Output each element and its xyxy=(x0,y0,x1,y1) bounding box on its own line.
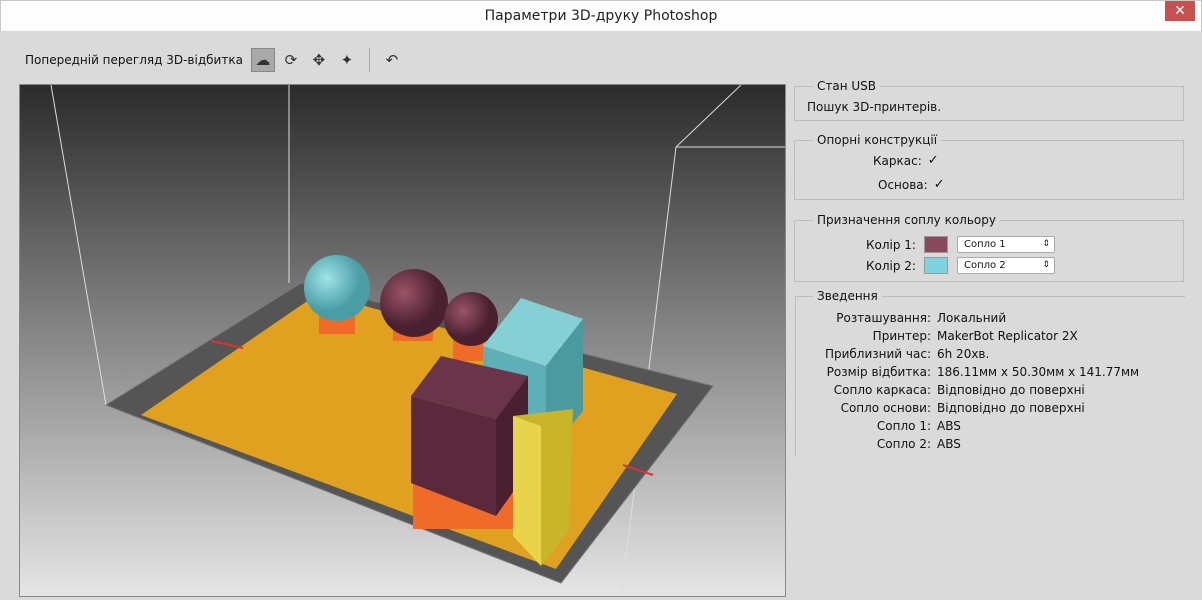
updown-icon: ⇕ xyxy=(1042,239,1050,249)
summary-key: Розмір відбитка: xyxy=(826,365,931,379)
3d-preview-viewport[interactable] xyxy=(19,84,786,597)
color2-swatch[interactable] xyxy=(923,257,948,274)
summary-row: Сопло 1: ABS xyxy=(796,419,1186,433)
supports-group: Опорні конструкції Каркас: ✓ Основа: ✓ xyxy=(794,133,1184,200)
rotate-button[interactable]: ⟳ xyxy=(279,48,303,72)
summary-row: Розмір відбитка: 186.11мм x 50.30мм x 141… xyxy=(796,365,1186,379)
move-icon: ✦ xyxy=(340,51,354,69)
summary-row: Принтер: MakerBot Replicator 2X xyxy=(796,329,1186,343)
color1-nozzle-select[interactable]: Сопло 1 ⇕ xyxy=(956,236,1055,253)
summary-key: Сопло 1: xyxy=(876,419,931,433)
reset-view-icon: ↶ xyxy=(385,51,399,69)
color2-nozzle-select[interactable]: Сопло 2 ⇕ xyxy=(956,257,1055,274)
move-button[interactable]: ✦ xyxy=(335,48,359,72)
pan-icon: ✥ xyxy=(312,51,326,69)
close-button[interactable]: ✕ xyxy=(1165,1,1195,21)
usb-status-text: Пошук 3D-принтерів. xyxy=(807,100,942,114)
summary-value: MakerBot Replicator 2X xyxy=(937,329,1078,343)
summary-group: Зведення Розташування: Локальний Принтер: M… xyxy=(795,289,1186,456)
color1-nozzle-value: Сопло 1 xyxy=(963,239,1006,250)
nozzle-color-title: Призначення соплу кольору xyxy=(813,213,1000,227)
base-checkbox[interactable]: ✓ xyxy=(934,178,948,192)
summary-row: Сопло каркаса: Відповідно до поверхні xyxy=(796,383,1186,397)
summary-row: Приблизний час: 6h 20хв. xyxy=(796,347,1186,361)
color2-label: Колір 2: xyxy=(866,258,916,273)
summary-row: Сопло 2: ABS xyxy=(796,437,1186,451)
usb-status-title: Стан USB xyxy=(813,79,881,93)
cyan-sphere xyxy=(304,255,370,321)
summary-key: Розташування: xyxy=(836,311,931,325)
nozzle-color-group: Призначення соплу кольору Колір 1: Сопло… xyxy=(794,213,1184,282)
color1-swatch[interactable] xyxy=(923,236,948,253)
updown-icon: ⇕ xyxy=(1042,260,1050,270)
summary-key: Сопло 2: xyxy=(876,437,931,451)
rotate-icon: ⟳ xyxy=(284,51,298,69)
summary-key: Принтер: xyxy=(872,329,931,343)
summary-key: Сопло каркаса: xyxy=(833,383,931,397)
3d-scene xyxy=(20,85,785,596)
toolbar-divider xyxy=(368,48,370,72)
summary-value: Локальний xyxy=(937,311,1007,325)
usb-status-group: Стан USB Пошук 3D-принтерів. xyxy=(794,79,1184,121)
summary-value: ABS xyxy=(937,419,961,433)
frame-label: Каркас: xyxy=(873,154,922,168)
pan-button[interactable]: ✥ xyxy=(307,48,331,72)
summary-row: Сопло основи: Відповідно до поверхні xyxy=(796,401,1186,415)
supports-title: Опорні конструкції xyxy=(813,133,942,147)
preview-toolbar: Попередній перегляд 3D-відбитка ☁ ⟳ ✥ ✦ … xyxy=(25,45,404,75)
title-bar: Параметри 3D-друку Photoshop ✕ xyxy=(0,0,1202,31)
summary-key: Сопло основи: xyxy=(840,401,931,415)
color1-label: Колір 1: xyxy=(866,237,916,252)
summary-key: Приблизний час: xyxy=(824,347,931,361)
summary-value: 186.11мм x 50.30мм x 141.77мм xyxy=(937,365,1140,379)
base-label: Основа: xyxy=(878,178,928,192)
close-icon: ✕ xyxy=(1174,3,1186,19)
summary-value: Відповідно до поверхні xyxy=(937,383,1085,397)
window-title: Параметри 3D-друку Photoshop xyxy=(484,8,718,24)
scene-view-icon: ☁ xyxy=(255,51,271,69)
maroon-sphere xyxy=(380,269,448,337)
summary-title: Зведення xyxy=(813,289,882,303)
summary-value: 6h 20хв. xyxy=(937,347,990,361)
summary-value: Відповідно до поверхні xyxy=(937,401,1085,415)
reset-view-button[interactable]: ↶ xyxy=(380,48,404,72)
scene-view-button[interactable]: ☁ xyxy=(250,48,275,72)
summary-value: ABS xyxy=(937,437,961,451)
frame-checkbox[interactable]: ✓ xyxy=(928,154,942,168)
preview-label: Попередній перегляд 3D-відбитка xyxy=(25,53,243,67)
color2-nozzle-value: Сопло 2 xyxy=(963,260,1006,271)
summary-row: Розташування: Локальний xyxy=(796,311,1186,325)
